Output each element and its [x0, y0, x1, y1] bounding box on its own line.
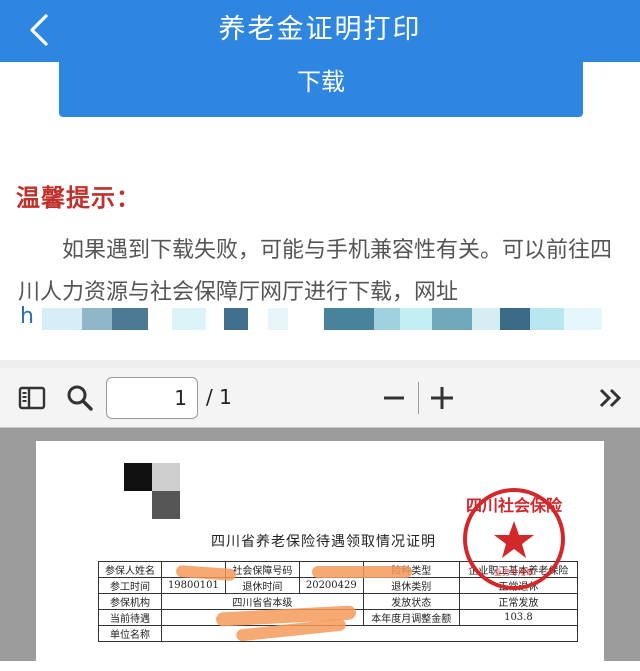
table-cell: 当前待遇	[98, 609, 162, 626]
table-cell: 本年度月调整金额	[362, 609, 460, 626]
more-tools-icon[interactable]	[594, 382, 626, 414]
toolbar-separator	[418, 382, 419, 414]
svg-text:四川社会保险: 四川社会保险	[466, 496, 563, 515]
document-heading: 四川省养老保险待遇领取情况证明	[211, 534, 436, 550]
qr-code-mosaic	[124, 463, 180, 519]
table-cell	[160, 625, 579, 642]
pdf-viewer[interactable]: 1 / 1 四川省养老保险待遇领取情况证明 参保人姓名 社会保障号码 企业职工基…	[0, 368, 640, 671]
table-cell: 参工时间	[98, 577, 162, 594]
page-number-input[interactable]: 1	[106, 377, 198, 419]
table-cell: 参保人姓名	[98, 561, 162, 578]
table-cell: 103.8	[458, 609, 579, 626]
table-cell: 退休类别	[362, 577, 460, 594]
table-cell: 退休时间	[224, 577, 300, 594]
page-total: / 1	[206, 385, 232, 409]
official-seal-stamp: 四川社会保险 业务专用章	[463, 488, 565, 590]
table-cell: 20200429	[298, 577, 364, 594]
tip-title: 温馨提示：	[16, 184, 141, 212]
pdf-toolbar: 1 / 1	[0, 368, 640, 428]
redaction-mark	[312, 566, 412, 578]
table-cell: 发放状态	[362, 593, 460, 610]
tip-url-link[interactable]: h	[20, 304, 620, 330]
zoom-out-icon[interactable]	[378, 382, 410, 414]
download-button[interactable]: 下载	[59, 62, 583, 117]
table-cell: 19800101	[160, 577, 226, 594]
svg-text:业务专用章: 业务专用章	[494, 567, 534, 577]
table-cell: 正常发放	[458, 593, 579, 610]
search-icon[interactable]	[64, 382, 96, 414]
page-title: 养老金证明打印	[218, 14, 422, 45]
url-mosaic	[42, 308, 602, 330]
top-bar: 养老金证明打印	[0, 0, 640, 62]
section-divider	[0, 360, 640, 368]
tip-url-text: h	[20, 304, 34, 329]
zoom-in-icon[interactable]	[426, 382, 458, 414]
table-cell: 参保机构	[98, 593, 162, 610]
tip-body: 如果遇到下载失败，可能与手机兼容性有关。可以前往四川人力资源与社会保障厅网厅进行…	[18, 238, 613, 305]
table-cell: 社会保障号码	[224, 561, 300, 578]
document-page: 四川省养老保险待遇领取情况证明 参保人姓名 社会保障号码 险种类型 企业职工基本…	[36, 441, 604, 671]
table-cell: 单位名称	[98, 625, 162, 642]
sidebar-icon[interactable]	[16, 382, 48, 414]
